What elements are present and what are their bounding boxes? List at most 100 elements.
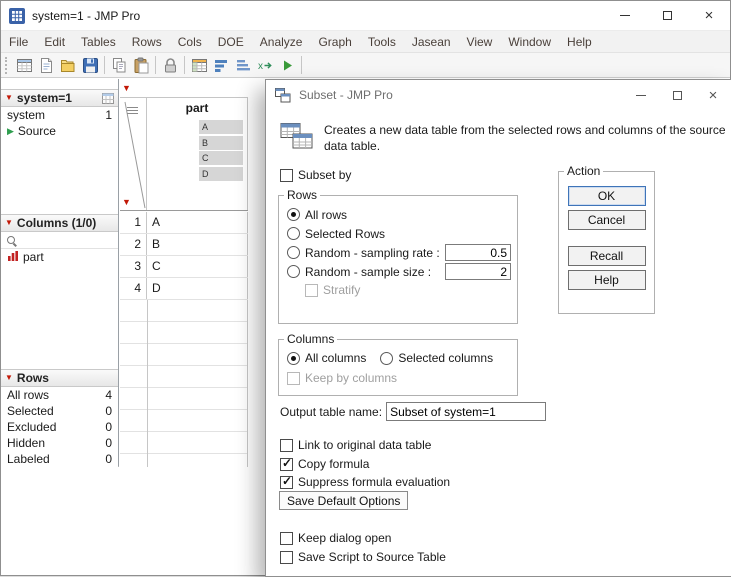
menu-item-graph[interactable]: Graph [310,31,359,52]
column-list-icon[interactable] [127,107,138,116]
source-script-item[interactable]: ▶ Source [1,123,118,139]
cell-part[interactable]: A [147,212,248,233]
menu-item-tables[interactable]: Tables [73,31,124,52]
radio-all-rows[interactable]: All rows [279,205,517,224]
menu-item-rows[interactable]: Rows [124,31,170,52]
radio-selected-rows[interactable]: Selected Rows [279,224,517,243]
sample-size-input[interactable] [445,263,511,280]
open-file-icon[interactable] [57,55,79,76]
table-row[interactable]: 2 B [120,234,248,256]
new-journal-icon[interactable] [35,55,57,76]
checkbox [305,283,318,297]
grid-header: part A B C D [120,97,248,211]
cell-part[interactable]: C [147,256,248,277]
table-panel-header[interactable]: ▼ system=1 [1,89,118,107]
columns-menu-red-triangle[interactable]: ▼ [122,84,131,93]
header-graph-bar: C [199,151,243,165]
toolbar-separator [184,56,185,74]
minimize-button[interactable] [604,1,646,30]
subset-by-checkbox[interactable]: Subset by [280,168,351,182]
columns-panel-title: Columns (1/0) [16,216,97,230]
copy-icon[interactable] [108,55,130,76]
maximize-button[interactable] [646,1,688,30]
sorted-bars-icon[interactable] [232,55,254,76]
columns-panel: ▼ Columns (1/0) part [1,214,118,369]
red-triangle-icon[interactable]: ▼ [5,94,13,102]
row-number[interactable]: 1 [120,212,147,233]
menu-item-view[interactable]: View [459,31,501,52]
lock-icon[interactable] [159,55,181,76]
formula-icon[interactable]: x [254,55,276,76]
menu-item-edit[interactable]: Edit [36,31,73,52]
dialog-titlebar: Subset - JMP Pro × [266,80,731,110]
keep-dialog-open-checkbox[interactable]: Keep dialog open [280,531,391,545]
recall-button[interactable]: Recall [567,246,646,266]
save-icon[interactable] [79,55,101,76]
suppress-formula-evaluation-checkbox[interactable]: Suppress formula evaluation [280,474,451,489]
dialog-minimize-button[interactable] [623,80,659,110]
radio-all-columns[interactable]: All columns [287,351,366,365]
stratify-checkbox: Stratify [279,283,517,297]
cell-part[interactable]: B [147,234,248,255]
toolbar-grip[interactable] [5,56,9,74]
window-title: system=1 - JMP Pro [32,8,141,23]
red-triangle-icon[interactable]: ▼ [5,219,13,227]
dialog-title: Subset - JMP Pro [299,88,393,102]
grid-corner[interactable] [120,98,147,210]
stat-label: Hidden [7,436,46,450]
svg-text:x: x [258,61,263,72]
output-table-name-label: Output table name: [280,404,383,419]
menu-item-file[interactable]: File [1,31,36,52]
run-script-icon[interactable] [276,55,298,76]
menu-item-window[interactable]: Window [500,31,559,52]
stat-label: Selected [7,404,54,418]
help-button[interactable]: Help [567,270,646,290]
row-number[interactable]: 4 [120,278,147,299]
table-row[interactable]: 3 C [120,256,248,278]
radio-random-sampling-rate[interactable]: Random - sampling rate : [279,243,517,262]
menu-item-jasean[interactable]: Jasean [404,31,459,52]
paste-icon[interactable] [130,55,152,76]
radio-random-sample-size[interactable]: Random - sample size : [279,262,517,281]
dialog-maximize-button[interactable] [659,80,695,110]
columns-search[interactable] [1,232,118,249]
columns-panel-header[interactable]: ▼ Columns (1/0) [1,214,118,232]
checkbox-label: Suppress formula evaluation [298,475,451,489]
link-to-original-checkbox[interactable]: Link to original data table [280,438,431,452]
menu-item-analyze[interactable]: Analyze [252,31,311,52]
column-header-part[interactable]: part A B C D [147,98,248,210]
menu-item-help[interactable]: Help [559,31,600,52]
copy-formula-checkbox[interactable]: Copy formula [280,456,369,471]
ok-button[interactable]: OK [567,186,646,206]
checkbox-label: Subset by [298,168,352,182]
run-source-icon[interactable]: ▶ [7,126,14,136]
menu-item-cols[interactable]: Cols [170,31,210,52]
sampling-rate-input[interactable] [445,244,511,261]
radio-selected-columns[interactable]: Selected columns [380,351,493,365]
new-data-table-icon[interactable] [13,55,35,76]
cancel-button[interactable]: Cancel [567,210,646,230]
stat-selected: Selected 0 [1,403,118,419]
rows-menu-red-triangle[interactable]: ▼ [122,198,131,207]
dialog-close-button[interactable]: × [695,80,731,110]
radio-label: All rows [305,207,348,222]
output-table-name-input[interactable] [386,402,547,421]
table-row[interactable]: 1 A [120,212,248,234]
menu-item-doe[interactable]: DOE [210,31,252,52]
rows-panel-header[interactable]: ▼ Rows [1,369,118,387]
column-item-part[interactable]: part [1,249,118,265]
summary-table-icon[interactable] [188,55,210,76]
save-script-to-source-table-checkbox[interactable]: Save Script to Source Table [280,550,446,564]
table-row[interactable]: 4 D [120,278,248,300]
cell-part[interactable]: D [147,278,248,299]
save-default-options-button[interactable]: Save Default Options [279,491,409,510]
red-triangle-icon[interactable]: ▼ [5,374,13,382]
menu-item-tools[interactable]: Tools [360,31,404,52]
distribution-icon[interactable] [210,55,232,76]
checkbox-label: Link to original data table [298,438,432,452]
row-number[interactable]: 2 [120,234,147,255]
close-button[interactable]: × [688,1,730,30]
table-panel: ▼ system=1 system 1 ▶ Source [1,89,118,214]
columns-search-input[interactable] [20,233,100,247]
row-number[interactable]: 3 [120,256,147,277]
